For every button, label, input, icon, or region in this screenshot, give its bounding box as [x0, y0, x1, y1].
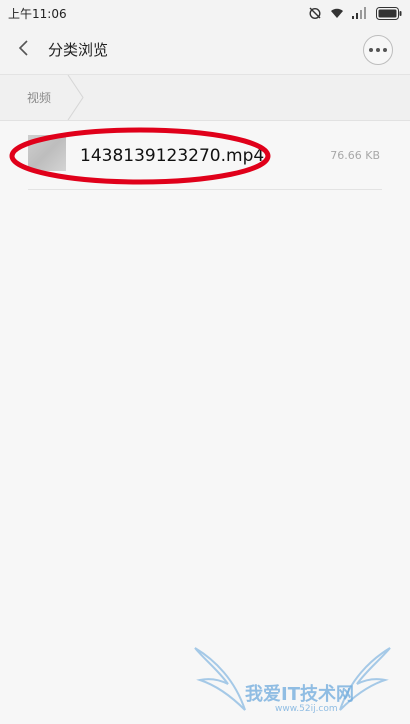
title-bar: 分类浏览 [0, 26, 410, 75]
divider [28, 189, 382, 190]
breadcrumb-separator-icon [67, 75, 84, 120]
file-size: 76.66 KB [330, 149, 380, 162]
status-time: 上午11:06 [8, 7, 67, 21]
status-icons [308, 4, 402, 22]
watermark-text: 我爱IT技术网 [245, 684, 354, 705]
page-title: 分类浏览 [48, 41, 109, 59]
breadcrumb-item-video[interactable]: 视频 [27, 89, 51, 106]
wifi-icon [330, 7, 344, 19]
highlight-annotation [9, 127, 271, 185]
status-bar: 上午11:06 [0, 0, 410, 26]
more-icon [369, 48, 373, 52]
chevron-left-icon [18, 40, 30, 60]
back-button[interactable] [10, 36, 38, 64]
battery-icon [376, 6, 402, 20]
more-button[interactable] [363, 35, 393, 65]
alarm-off-icon [308, 6, 322, 20]
breadcrumb: 视频 [0, 75, 410, 121]
signal-icon [352, 7, 368, 19]
watermark-url: www.52ij.com [275, 704, 338, 714]
